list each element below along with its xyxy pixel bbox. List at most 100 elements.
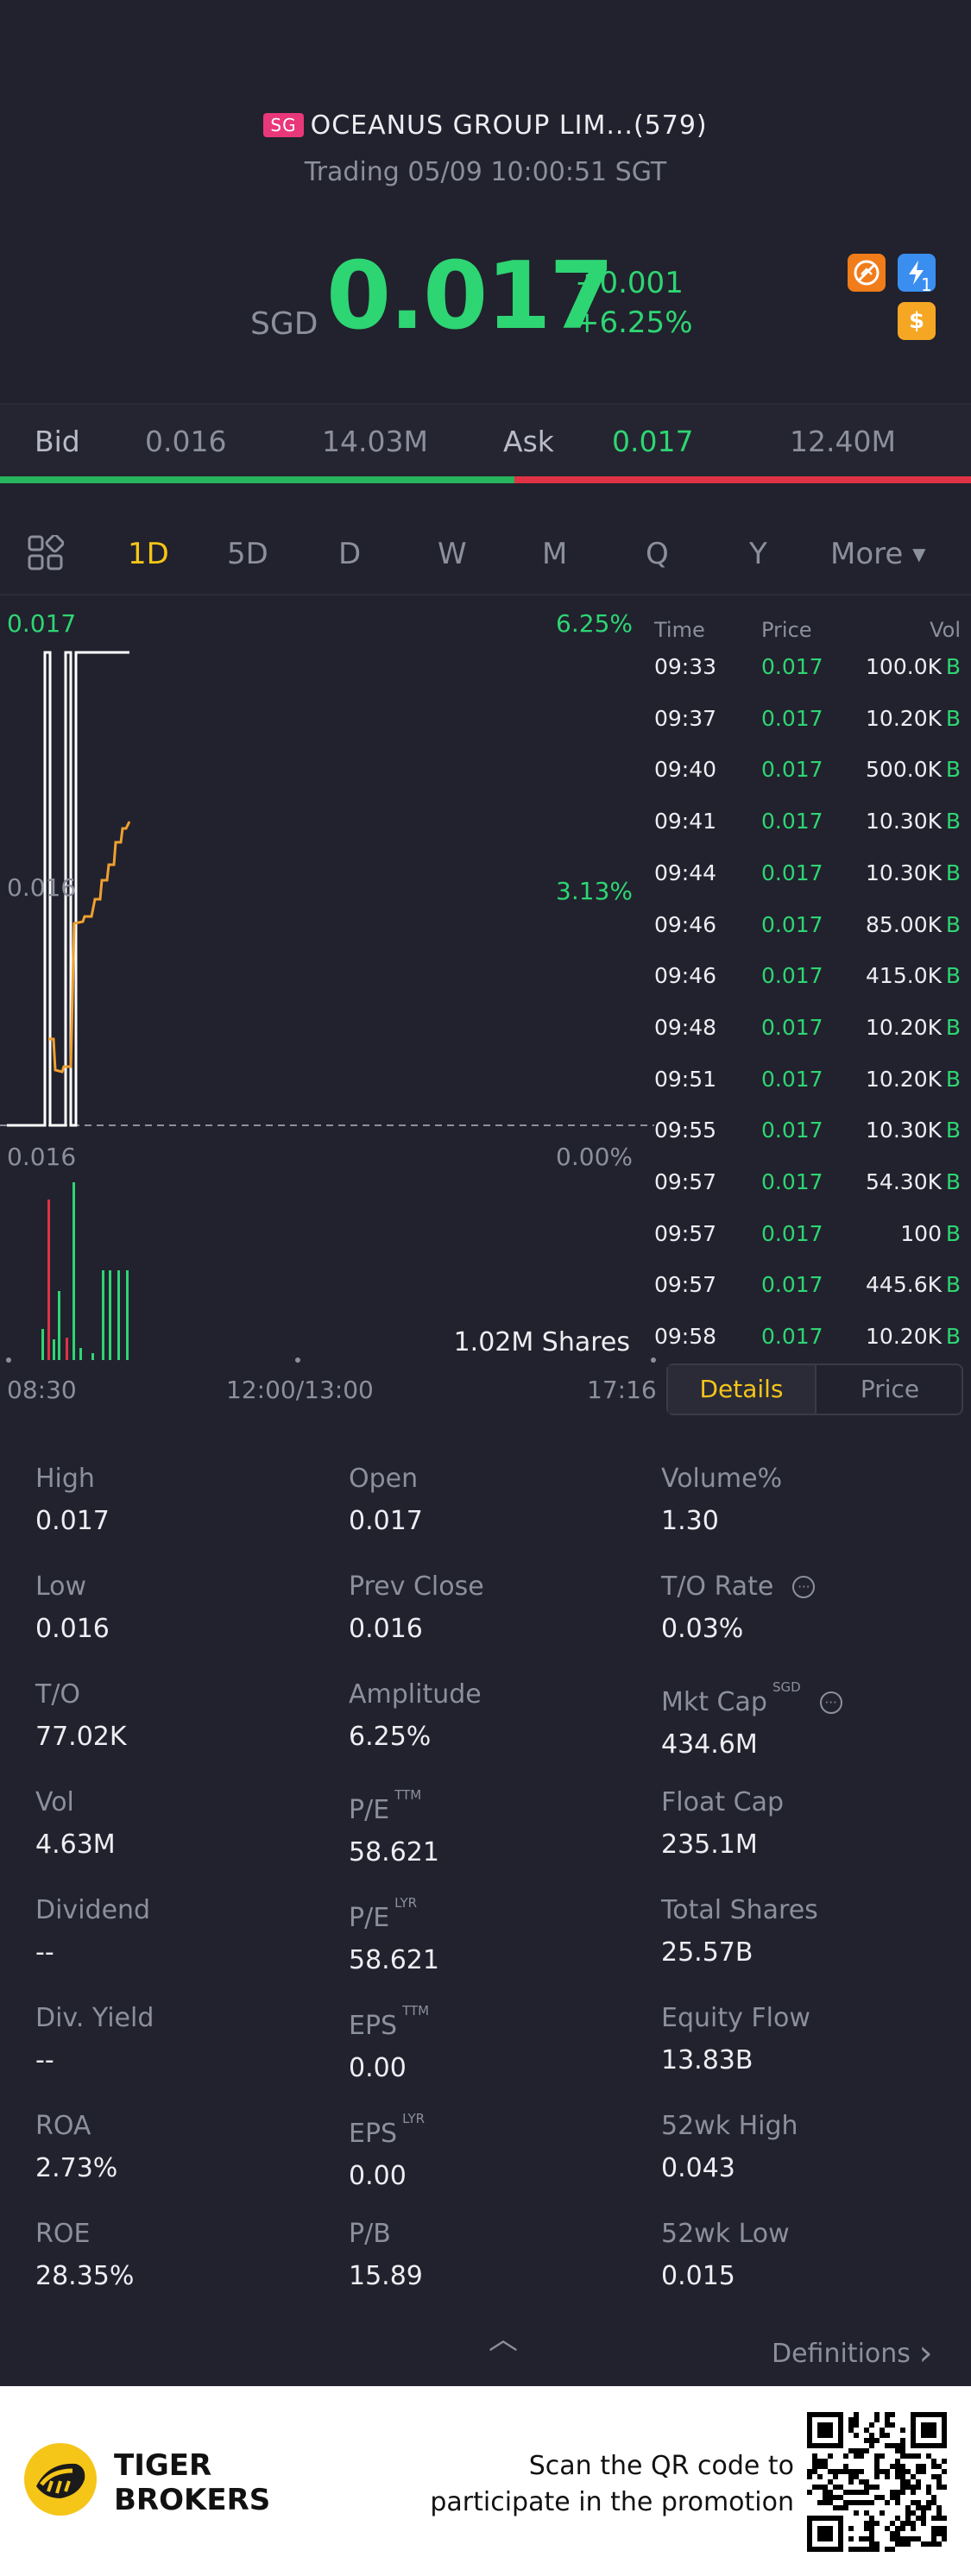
chart-pct-top: 6.25% [556, 609, 633, 638]
tab-d[interactable]: D [338, 537, 361, 571]
stat-label-text: Dividend [35, 1895, 151, 1925]
tick-row: 09:55 0.017 10.30K B [654, 1118, 961, 1152]
tick-side: B [945, 1066, 961, 1092]
ask-label: Ask [503, 425, 554, 458]
tick-time: 09:46 [654, 911, 717, 937]
stat-cell: High 0.017 [35, 1464, 110, 1536]
stat-cell: P/E TTM 58.621 [349, 1787, 439, 1867]
tick-time: 09:57 [654, 1220, 717, 1246]
stat-label-text: Total Shares [661, 1895, 818, 1925]
tick-row: 09:44 0.017 10.30K B [654, 860, 961, 895]
toggle-price[interactable]: Price [815, 1365, 963, 1414]
tick-time: 09:55 [654, 1118, 717, 1143]
tab-more-label: More [830, 537, 904, 571]
stat-cell: T/O Rate ··· 0.03% [661, 1571, 816, 1644]
intraday-chart[interactable] [0, 595, 656, 1389]
promo-text-line-2: participate in the promotion [430, 2487, 794, 2517]
tick-volume: 54.30K [866, 1169, 942, 1194]
tick-time: 09:40 [654, 757, 717, 783]
tick-row: 09:57 0.017 445.6K B [654, 1272, 961, 1307]
more-info-icon[interactable]: ··· [792, 1576, 816, 1598]
chart-pct-mid: 3.13% [556, 877, 633, 905]
tick-volume: 10.20K [866, 1014, 942, 1040]
stat-value: 2.73% [35, 2153, 118, 2183]
tick-price: 0.017 [761, 1324, 823, 1350]
price-change-pct: +6.25% [575, 305, 693, 340]
time-end: 17:16 [587, 1376, 657, 1404]
promo-banner[interactable]: TIGER BROKERS Scan the QR code to partic… [0, 2386, 971, 2576]
tick-time: 09:44 [654, 860, 717, 885]
definitions-link[interactable]: Definitions › [772, 2334, 932, 2373]
volume-total: 1.02M Shares [453, 1327, 630, 1357]
tick-price: 0.017 [761, 1118, 823, 1143]
time-start: 08:30 [7, 1376, 77, 1404]
tick-side: B [945, 1118, 961, 1143]
divider [0, 403, 971, 405]
stat-cell: Low 0.016 [35, 1571, 110, 1644]
stat-label-superscript: TTM [394, 1787, 422, 1803]
stat-value: 0.00 [349, 2161, 407, 2191]
stat-cell: Equity Flow 13.83B [661, 2003, 810, 2075]
tick-volume: 85.00K [866, 911, 942, 937]
stat-label: P/E TTM [349, 1787, 439, 1825]
tick-volume: 100.0K [866, 654, 942, 679]
stat-value: 0.017 [349, 1506, 423, 1536]
tab-y[interactable]: Y [749, 537, 767, 571]
collapse-chevron-icon[interactable]: ︿ [489, 2315, 518, 2358]
tick-price: 0.017 [761, 860, 823, 885]
volume-bars [41, 1182, 129, 1360]
stat-cell: EPS LYR 0.00 [349, 2111, 425, 2191]
bid-label: Bid [35, 425, 80, 458]
tick-side: B [945, 860, 961, 885]
qr-code[interactable] [807, 2412, 947, 2552]
stat-label: EPS LYR [349, 2111, 425, 2149]
tick-side: B [945, 1324, 961, 1350]
chart-price-bottom: 0.016 [7, 1143, 77, 1171]
tick-volume: 10.20K [866, 705, 942, 731]
stat-label: 52wk Low [661, 2219, 790, 2249]
dollar-icon[interactable]: $ [898, 302, 936, 340]
stat-label-text: P/E [349, 1795, 390, 1825]
more-info-icon[interactable]: ··· [819, 1691, 842, 1714]
stat-label: P/E LYR [349, 1895, 439, 1933]
tick-side: B [945, 757, 961, 783]
tick-price: 0.017 [761, 1066, 823, 1092]
stat-cell: Float Cap 235.1M [661, 1787, 784, 1860]
tab-w[interactable]: W [438, 537, 467, 571]
tick-price: 0.017 [761, 1169, 823, 1194]
stat-value: 0.016 [349, 1614, 423, 1644]
stat-label: EPS TTM [349, 2003, 429, 2041]
tick-side: B [945, 963, 961, 989]
stat-label-text: P/B [349, 2219, 391, 2249]
chart-price-top: 0.017 [7, 609, 77, 638]
lightning-badge: 1 [921, 274, 932, 295]
stat-value: 0.03% [661, 1614, 744, 1644]
stat-value: 0.017 [35, 1506, 110, 1536]
tab-m[interactable]: M [542, 537, 567, 571]
tick-time: 09:37 [654, 705, 717, 731]
last-price: 0.017 [326, 242, 615, 350]
layout-grid-icon[interactable] [28, 533, 65, 575]
stat-value: -- [35, 2045, 54, 2075]
tick-side: B [945, 911, 961, 937]
toggle-details[interactable]: Details [668, 1365, 815, 1414]
tick-row: 09:51 0.017 10.20K B [654, 1067, 961, 1101]
tab-1d[interactable]: 1D [128, 537, 169, 571]
stat-cell: Prev Close 0.016 [349, 1571, 484, 1644]
stat-label: ROA [35, 2111, 117, 2141]
stat-value: 1.30 [661, 1506, 719, 1536]
stat-cell: Div. Yield -- [35, 2003, 154, 2075]
stat-value: 58.621 [349, 1945, 439, 1975]
tab-5d[interactable]: 5D [227, 537, 268, 571]
stat-value: 77.02K [35, 1722, 127, 1752]
stat-value: 434.6M [661, 1729, 758, 1760]
tab-more[interactable]: More ▼ [830, 537, 926, 571]
tick-price: 0.017 [761, 809, 823, 835]
brand-line-2: BROKERS [114, 2483, 271, 2517]
stat-label-text: EPS [349, 2119, 398, 2149]
tab-q[interactable]: Q [646, 537, 669, 571]
no-short-icon[interactable] [848, 254, 886, 292]
stat-label-text: Vol [35, 1787, 74, 1817]
stat-label-text: ROE [35, 2219, 91, 2249]
stat-cell: Amplitude 6.25% [349, 1679, 482, 1752]
